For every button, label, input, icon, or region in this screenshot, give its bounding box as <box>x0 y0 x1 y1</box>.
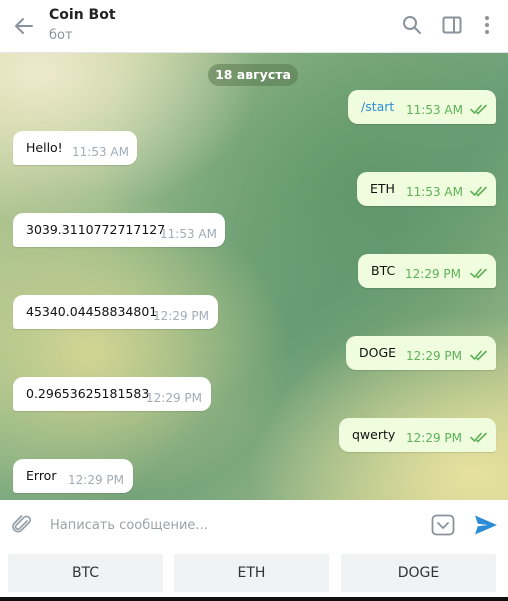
double-check-icon <box>470 186 487 197</box>
bot-reply-keyboard: BTC ETH DOGE <box>0 548 508 601</box>
message-time: 12:29 PM <box>68 473 124 487</box>
message-composer <box>0 501 508 548</box>
date-separator: 18 августа <box>208 64 298 86</box>
message-time: 12:29 PM <box>405 267 461 281</box>
keyboard-button-btc[interactable]: BTC <box>8 554 163 592</box>
message-text: BTC <box>371 263 396 278</box>
window-bottom-border <box>0 597 508 601</box>
chat-subtitle: бот <box>49 28 73 43</box>
message-text: Error <box>26 468 57 483</box>
incoming-message[interactable]: Hello! 11:53 AM <box>13 131 137 165</box>
bot-keyboard-icon[interactable] <box>431 514 455 536</box>
message-text: 0.29653625181583 <box>26 386 150 401</box>
double-check-icon <box>470 432 487 443</box>
chat-header: Coin Bot бот <box>0 0 508 53</box>
message-time: 11:53 AM <box>160 227 217 241</box>
incoming-message[interactable]: 3039.3110772717127 11:53 AM <box>13 213 225 247</box>
message-time: 11:53 AM <box>406 103 463 117</box>
chat-title[interactable]: Coin Bot <box>49 7 116 23</box>
message-input[interactable] <box>50 514 410 536</box>
sidebar-toggle-icon[interactable] <box>441 14 463 36</box>
incoming-message[interactable]: 0.29653625181583 12:29 PM <box>13 377 211 411</box>
incoming-message[interactable]: Error 12:29 PM <box>13 459 133 493</box>
keyboard-button-eth[interactable]: ETH <box>174 554 329 592</box>
message-list[interactable]: 18 августа /start 11:53 AM Hello! 11:53 … <box>0 53 508 500</box>
double-check-icon <box>470 268 487 279</box>
outgoing-message[interactable]: BTC 12:29 PM <box>358 254 496 288</box>
bot-command-link[interactable]: /start <box>361 99 394 114</box>
message-text: 3039.3110772717127 <box>26 222 166 237</box>
message-text: DOGE <box>359 345 397 360</box>
message-text: qwerty <box>352 427 396 442</box>
double-check-icon <box>470 350 487 361</box>
message-time: 12:29 PM <box>406 349 462 363</box>
outgoing-message[interactable]: /start 11:53 AM <box>348 90 496 124</box>
search-icon[interactable] <box>401 14 423 36</box>
arrow-left-icon[interactable] <box>12 14 36 38</box>
outgoing-message[interactable]: qwerty 12:29 PM <box>339 418 496 452</box>
message-time: 11:53 AM <box>72 145 129 159</box>
paperclip-icon[interactable] <box>10 513 34 537</box>
message-time: 12:29 PM <box>406 431 462 445</box>
message-time: 12:29 PM <box>146 391 202 405</box>
outgoing-message[interactable]: DOGE 12:29 PM <box>346 336 496 370</box>
more-vertical-icon[interactable] <box>476 14 498 36</box>
message-text: ETH <box>370 181 395 196</box>
keyboard-button-doge[interactable]: DOGE <box>341 554 496 592</box>
message-text: 45340.04458834801 <box>26 304 158 319</box>
send-icon[interactable] <box>474 514 498 536</box>
double-check-icon <box>470 104 487 115</box>
message-text: Hello! <box>26 140 63 155</box>
incoming-message[interactable]: 45340.04458834801 12:29 PM <box>13 295 218 329</box>
outgoing-message[interactable]: ETH 11:53 AM <box>357 172 496 206</box>
message-time: 11:53 AM <box>406 185 463 199</box>
message-time: 12:29 PM <box>153 309 209 323</box>
